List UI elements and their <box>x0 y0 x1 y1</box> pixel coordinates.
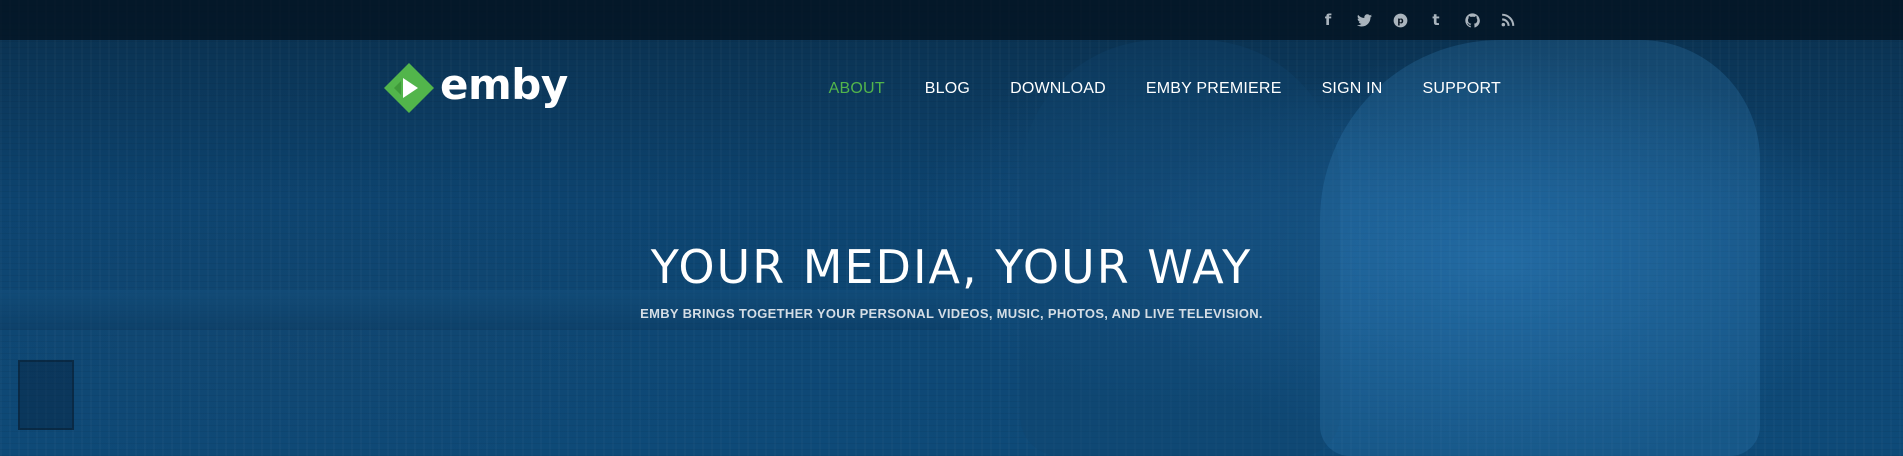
background-outlet <box>18 360 74 430</box>
hero-subheadline: EMBY BRINGS TOGETHER YOUR PERSONAL VIDEO… <box>640 306 1263 321</box>
pinterest-glyph: p <box>1397 16 1403 26</box>
logo-wordmark: emby <box>440 60 568 109</box>
tumblr-icon[interactable]: t <box>1425 10 1447 30</box>
tumblr-glyph: t <box>1432 11 1440 29</box>
facebook-icon[interactable]: f <box>1317 10 1339 30</box>
github-icon[interactable] <box>1461 10 1483 30</box>
nav-item-sign-in[interactable]: SIGN IN <box>1322 80 1383 98</box>
nav-item-blog[interactable]: BLOG <box>925 80 970 98</box>
facebook-glyph: f <box>1324 11 1332 29</box>
social-links: f p t <box>1317 10 1519 30</box>
main-nav: ABOUT BLOG DOWNLOAD EMBY PREMIERE SIGN I… <box>829 80 1501 98</box>
hero-headline: YOUR MEDIA, YOUR WAY <box>650 240 1253 294</box>
nav-item-download[interactable]: DOWNLOAD <box>1010 80 1106 98</box>
nav-item-emby-premiere[interactable]: EMBY PREMIERE <box>1146 80 1282 98</box>
hero-background <box>0 0 1903 456</box>
nav-item-about[interactable]: ABOUT <box>829 80 885 98</box>
emby-logo[interactable]: emby <box>382 60 568 116</box>
nav-item-support[interactable]: SUPPORT <box>1423 80 1501 98</box>
emby-logo-icon <box>384 63 434 113</box>
top-bar: f p t <box>0 0 1903 40</box>
rss-icon[interactable] <box>1497 10 1519 30</box>
twitter-icon[interactable] <box>1353 10 1375 30</box>
pinterest-icon[interactable]: p <box>1389 10 1411 30</box>
